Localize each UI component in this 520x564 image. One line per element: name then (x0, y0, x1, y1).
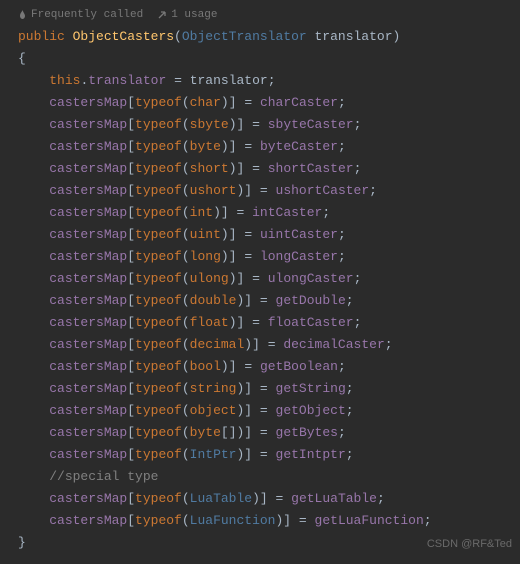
caster-ref: getLuaTable (291, 491, 377, 506)
this-keyword: this (49, 73, 80, 88)
paren-close: ) (393, 29, 401, 44)
caster-ref: ulongCaster (268, 271, 354, 286)
map-field: castersMap (49, 381, 127, 396)
map-field: castersMap (49, 293, 127, 308)
usage-hint[interactable]: 1 usage (157, 4, 217, 26)
map-field: castersMap (49, 425, 127, 440)
typeof-keyword: typeof (135, 205, 182, 220)
constructor-name: ObjectCasters (73, 29, 174, 44)
caster-ref: uintCaster (260, 227, 338, 242)
typeof-keyword: typeof (135, 425, 182, 440)
paren-open: ( (174, 29, 182, 44)
type-token: sbyte (190, 117, 229, 132)
typeof-keyword: typeof (135, 95, 182, 110)
code-block[interactable]: public ObjectCasters(ObjectTranslator tr… (0, 26, 520, 564)
type-token: decimal (190, 337, 245, 352)
map-field: castersMap (49, 491, 127, 506)
map-field: castersMap (49, 337, 127, 352)
type-token: object (190, 403, 237, 418)
brace-close: } (18, 535, 26, 550)
flame-icon (18, 10, 27, 21)
map-field: castersMap (49, 249, 127, 264)
caster-ref: longCaster (260, 249, 338, 264)
type-token: double (190, 293, 237, 308)
map-field: castersMap (49, 161, 127, 176)
caster-ref: getString (276, 381, 346, 396)
map-field: castersMap (49, 205, 127, 220)
map-field: castersMap (49, 183, 127, 198)
map-field: castersMap (49, 271, 127, 286)
map-field: castersMap (49, 227, 127, 242)
caster-ref: getDouble (276, 293, 346, 308)
param-type: ObjectTranslator (182, 29, 307, 44)
map-field: castersMap (49, 117, 127, 132)
frequently-called-label: Frequently called (31, 4, 143, 26)
map-field: castersMap (49, 447, 127, 462)
map-field: castersMap (49, 403, 127, 418)
caster-ref: intCaster (252, 205, 322, 220)
watermark: CSDN @RF&Ted (427, 533, 512, 555)
typeof-keyword: typeof (135, 491, 182, 506)
type-token: byte (190, 139, 221, 154)
type-token: uint (190, 227, 221, 242)
caster-ref: shortCaster (268, 161, 354, 176)
caster-ref: getLuaFunction (315, 513, 424, 528)
caster-ref: decimalCaster (283, 337, 384, 352)
caster-ref: getObject (276, 403, 346, 418)
typeof-keyword: typeof (135, 359, 182, 374)
typeof-keyword: typeof (135, 315, 182, 330)
typeof-keyword: typeof (135, 513, 182, 528)
type-token: long (190, 249, 221, 264)
caster-ref: byteCaster (260, 139, 338, 154)
rhs: translator (190, 73, 268, 88)
usage-arrow-icon (157, 10, 167, 20)
type-token: bool (190, 359, 221, 374)
brace-open: { (18, 51, 26, 66)
typeof-keyword: typeof (135, 447, 182, 462)
type-token: IntPtr (190, 447, 237, 462)
map-field: castersMap (49, 315, 127, 330)
type-token: ulong (190, 271, 229, 286)
type-token: string (190, 381, 237, 396)
typeof-keyword: typeof (135, 117, 182, 132)
typeof-keyword: typeof (135, 161, 182, 176)
typeof-keyword: typeof (135, 337, 182, 352)
map-field: castersMap (49, 513, 127, 528)
typeof-keyword: typeof (135, 271, 182, 286)
typeof-keyword: typeof (135, 249, 182, 264)
typeof-keyword: typeof (135, 183, 182, 198)
type-token: byte (190, 425, 221, 440)
type-token: float (190, 315, 229, 330)
comment: //special type (49, 469, 158, 484)
type-token: LuaTable (190, 491, 252, 506)
usage-label: 1 usage (171, 4, 217, 26)
map-field: castersMap (49, 95, 127, 110)
map-field: castersMap (49, 359, 127, 374)
caster-ref: charCaster (260, 95, 338, 110)
type-token: short (190, 161, 229, 176)
frequently-called-hint: Frequently called (18, 4, 143, 26)
map-field: castersMap (49, 139, 127, 154)
caster-ref: sbyteCaster (268, 117, 354, 132)
access-modifier: public (18, 29, 65, 44)
typeof-keyword: typeof (135, 139, 182, 154)
type-token: LuaFunction (190, 513, 276, 528)
type-token: int (190, 205, 213, 220)
typeof-keyword: typeof (135, 403, 182, 418)
caster-ref: floatCaster (268, 315, 354, 330)
type-token: char (190, 95, 221, 110)
caster-ref: getBoolean (260, 359, 338, 374)
field-ref: translator (88, 73, 166, 88)
typeof-keyword: typeof (135, 293, 182, 308)
caster-ref: getBytes (276, 425, 338, 440)
caster-ref: getIntptr (276, 447, 346, 462)
typeof-keyword: typeof (135, 227, 182, 242)
typeof-keyword: typeof (135, 381, 182, 396)
caster-ref: ushortCaster (276, 183, 370, 198)
param-name: translator (315, 29, 393, 44)
hints-header: Frequently called 1 usage (0, 0, 520, 26)
type-token: ushort (190, 183, 237, 198)
